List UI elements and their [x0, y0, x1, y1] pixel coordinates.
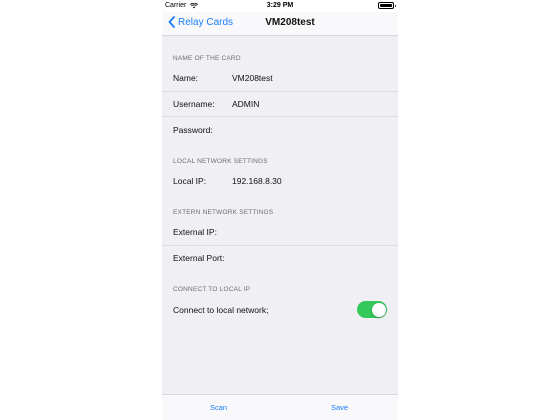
password-label: Password: — [173, 124, 213, 135]
local-ip-label: Local IP: — [173, 176, 207, 187]
external-port-label: External Port: — [173, 253, 225, 264]
row-external-ip[interactable]: External IP: — [162, 220, 398, 246]
row-password[interactable]: Password: — [162, 117, 398, 143]
local-ip-field[interactable]: 192.168.8.30 — [232, 176, 282, 186]
row-name[interactable]: Name: VM208test — [162, 66, 398, 92]
bottom-toolbar: Scan Save — [162, 394, 398, 420]
section-header-card: NAME OF THE CARD — [173, 55, 241, 62]
section-header-connect: CONNECT TO LOCAL IP — [173, 286, 251, 293]
status-bar: Carrier 3:29 PM — [162, 0, 398, 12]
scan-button[interactable]: Scan — [210, 403, 227, 412]
section-header-local: LOCAL NETWORK SETTINGS — [173, 157, 268, 165]
username-label: Username: — [173, 98, 215, 109]
navigation-bar: Relay Cards VM208test — [162, 12, 398, 36]
section-header-extern: EXTERN NETWORK SETTINGS — [173, 209, 274, 216]
row-username[interactable]: Username: ADMIN — [162, 92, 398, 117]
battery-icon — [378, 2, 396, 9]
name-label: Name: — [173, 73, 199, 84]
page-title: VM208test — [265, 17, 315, 28]
name-field[interactable]: VM208test — [232, 73, 273, 83]
connect-local-label: Connect to local network; — [173, 304, 269, 315]
save-button[interactable]: Save — [331, 403, 348, 412]
row-connect-local: Connect to local network; — [162, 297, 398, 323]
settings-form: NAME OF THE CARD Name: VM208test Usernam… — [162, 36, 398, 394]
status-time: 3:29 PM — [266, 2, 294, 9]
username-field[interactable]: ADMIN — [232, 99, 259, 109]
row-local-ip[interactable]: Local IP: 192.168.8.30 — [162, 169, 398, 195]
external-ip-label: External IP: — [173, 227, 217, 238]
connect-local-toggle[interactable] — [357, 301, 387, 318]
row-external-port[interactable]: External Port: — [162, 246, 398, 272]
